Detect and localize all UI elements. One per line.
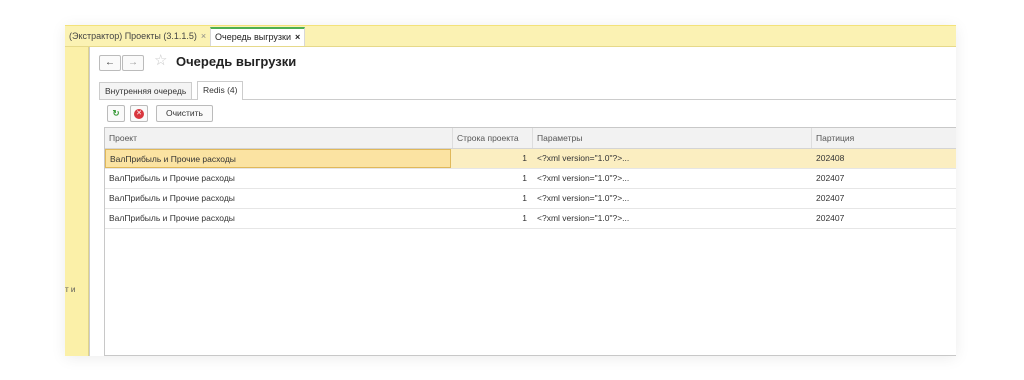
subtab-bar: Внутренняя очередь Redis (4) [99,80,956,100]
cell-partition: 202407 [816,213,845,223]
table-header: Проект Строка проекта Параметры Партиция [105,128,956,149]
cell-project: ВалПрибыль и Прочие расходы [109,173,235,183]
tab-internal-queue[interactable]: Внутренняя очередь [99,82,193,99]
tab-projects[interactable]: (Экстрактор) Проекты (3.1.1.5) × [65,28,210,45]
tab-redis[interactable]: Redis (4) [197,81,244,100]
stop-icon: ✕ [134,108,144,119]
cell-row-number: 1 [522,213,527,223]
clear-button[interactable]: Очистить [156,105,213,122]
arrow-left-icon: ← [105,57,115,68]
refresh-icon: ↻ [112,108,120,118]
cell-params: <?xml version="1.0"?>... [537,153,630,163]
tab-label: Очередь выгрузки [215,32,291,42]
queue-table: Проект Строка проекта Параметры Партиция… [104,127,956,356]
cell-params: <?xml version="1.0"?>... [537,193,630,203]
left-panel: т и [65,47,89,356]
table-row[interactable]: ВалПрибыль и Прочие расходы 1 <?xml vers… [105,209,956,229]
main-content: ← → ☆ Очередь выгрузки Внутренняя очеред… [89,47,956,356]
column-header-project[interactable]: Проект [105,128,453,148]
cell-partition: 202408 [816,153,845,163]
cell-project: ВалПрибыль и Прочие расходы [109,213,235,223]
left-panel-text: т и [65,285,76,294]
stop-button[interactable]: ✕ [130,105,148,122]
table-row[interactable]: ВалПрибыль и Прочие расходы 1 <?xml vers… [105,189,956,209]
cell-params: <?xml version="1.0"?>... [537,173,630,183]
column-header-partition[interactable]: Партиция [812,128,956,148]
column-header-row[interactable]: Строка проекта [453,128,533,148]
refresh-button[interactable]: ↻ [107,105,125,122]
cell-row-number: 1 [522,193,527,203]
cell-project: ВалПрибыль и Прочие расходы [105,149,451,168]
star-icon[interactable]: ☆ [154,53,167,69]
cell-partition: 202407 [816,173,845,183]
table-row[interactable]: ВалПрибыль и Прочие расходы 1 <?xml vers… [105,149,956,169]
page-title: Очередь выгрузки [176,54,297,69]
cell-row-number: 1 [522,173,527,183]
tab-upload-queue[interactable]: Очередь выгрузки × [210,27,306,46]
cell-project: ВалПрибыль и Прочие расходы [109,193,235,203]
close-icon[interactable]: × [201,31,206,41]
table-row[interactable]: ВалПрибыль и Прочие расходы 1 <?xml vers… [105,169,956,189]
tab-label: (Экстрактор) Проекты (3.1.1.5) [69,31,197,41]
window-tab-bar: (Экстрактор) Проекты (3.1.1.5) × Очередь … [65,26,956,47]
column-header-params[interactable]: Параметры [533,128,812,148]
forward-button[interactable]: → [122,55,144,71]
cell-row-number: 1 [522,153,527,163]
cell-params: <?xml version="1.0"?>... [537,213,630,223]
stop-icon-glyph: ✕ [136,109,142,117]
back-button[interactable]: ← [99,55,121,71]
app-window: (Экстрактор) Проекты (3.1.1.5) × Очередь … [65,25,956,356]
close-icon[interactable]: × [295,32,300,42]
arrow-right-icon: → [128,57,138,68]
cell-partition: 202407 [816,193,845,203]
